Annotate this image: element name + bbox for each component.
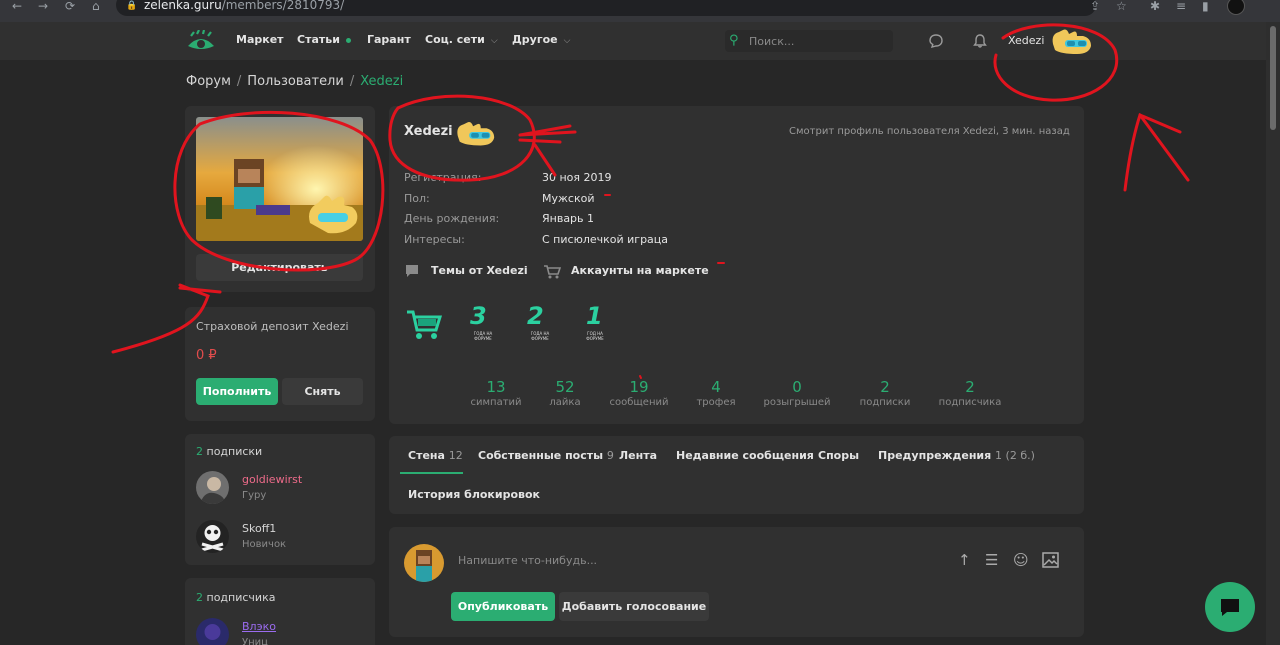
tab-disputes[interactable]: Споры xyxy=(818,449,859,462)
info-value-gender: Мужской xyxy=(542,192,595,205)
cart-icon xyxy=(544,265,561,279)
reading-list-icon[interactable]: ≡ xyxy=(1176,0,1186,13)
deposit-value: 0 ₽ xyxy=(196,348,217,363)
avatar[interactable] xyxy=(196,618,229,645)
nav-social[interactable]: Соц. сети ⌵ xyxy=(425,33,498,46)
chat-button[interactable] xyxy=(1205,582,1255,632)
following-title[interactable]: 2 подписки xyxy=(196,445,262,458)
search-input[interactable] xyxy=(749,33,889,49)
breadcrumb-current[interactable]: Xedezi xyxy=(360,74,403,89)
breadcrumb-users[interactable]: Пользователи xyxy=(247,74,344,89)
follow-username[interactable]: Skoff1 xyxy=(242,522,276,535)
search-icon: ⚲ xyxy=(729,33,739,48)
deposit-title: Страховой депозит Xedezi xyxy=(196,320,349,333)
user-rank: Гуру xyxy=(242,490,267,501)
info-value-interests: С писюлечкой играца xyxy=(542,233,669,246)
header-user-avatar[interactable] xyxy=(1047,26,1095,56)
profile-username: Xedezi xyxy=(404,124,453,139)
post-input[interactable] xyxy=(458,550,938,570)
nav-guarantor[interactable]: Гарант xyxy=(367,33,411,46)
home-icon[interactable]: ⌂ xyxy=(92,0,100,14)
chat-icon xyxy=(1221,599,1239,616)
user-badge-emoji xyxy=(457,121,495,146)
search-box[interactable]: ⚲ xyxy=(725,30,893,52)
avatar[interactable] xyxy=(196,471,229,504)
info-value-registration: 30 ноя 2019 xyxy=(542,171,612,184)
list-icon[interactable]: ☰ xyxy=(985,551,998,569)
info-label-gender: Пол: xyxy=(404,192,430,205)
nav-articles[interactable]: Статьи xyxy=(297,33,351,46)
stat-following[interactable]: 2 подписки xyxy=(840,378,930,408)
info-label-interests: Интересы: xyxy=(404,233,465,246)
breadcrumb-forum[interactable]: Форум xyxy=(186,74,231,89)
nav-market[interactable]: Маркет xyxy=(236,33,284,46)
stat-trophies[interactable]: 4 трофея xyxy=(671,378,761,408)
browser-toolbar: ← → ⟳ ⌂ 🔒 zelenka.guru/members/2810793/ … xyxy=(0,0,1280,22)
market-cart-badge-icon[interactable] xyxy=(404,304,444,344)
nav-other[interactable]: Другое ⌵ xyxy=(512,33,570,46)
follow-username[interactable]: goldiewirst xyxy=(242,473,302,486)
user-rank: Униц xyxy=(242,637,268,645)
info-label-registration: Регистрация: xyxy=(404,171,482,184)
bookmark-star-icon[interactable]: ☆ xyxy=(1116,0,1127,13)
tab-feed[interactable]: Лента xyxy=(619,449,657,462)
one-year-badge-icon[interactable]: 1 ГОД НА ФОРУМЕ xyxy=(576,302,616,344)
profile-avatar-image[interactable] xyxy=(196,117,363,241)
avatar[interactable] xyxy=(196,520,229,553)
header-username[interactable]: Xedezi xyxy=(1008,34,1044,47)
notification-bell-icon[interactable] xyxy=(972,33,988,49)
threads-link[interactable]: Темы от Xedezi xyxy=(431,264,528,277)
publish-button[interactable]: Опубликовать xyxy=(451,592,555,621)
tab-own-posts[interactable]: Собственные посты 9 xyxy=(478,449,614,462)
threads-icon xyxy=(406,265,418,277)
tabs-panel xyxy=(389,436,1084,514)
browser-profile-avatar[interactable] xyxy=(1227,0,1245,15)
breadcrumb: Форум / Пользователи / Xedezi xyxy=(186,74,404,89)
extensions-icon[interactable]: ✱ xyxy=(1150,0,1160,13)
profile-status: Смотрит профиль пользователя Xedezi, 3 м… xyxy=(789,126,1070,137)
chevron-down-icon: ⌵ xyxy=(563,36,571,46)
three-years-badge-icon[interactable]: 3 ГОДА НА ФОРУМЕ xyxy=(462,302,502,344)
edit-profile-button[interactable]: Редактировать xyxy=(196,254,363,281)
back-icon[interactable]: ← xyxy=(12,0,22,14)
topup-button[interactable]: Пополнить xyxy=(196,378,278,405)
new-indicator-dot xyxy=(345,37,351,43)
site-logo-icon[interactable] xyxy=(186,30,216,52)
image-icon[interactable] xyxy=(1042,552,1059,568)
user-rank: Новичок xyxy=(242,539,287,550)
reload-icon[interactable]: ⟳ xyxy=(65,0,75,14)
active-tab-indicator xyxy=(400,472,463,474)
address-url[interactable]: zelenka.guru/members/2810793/ xyxy=(144,0,344,12)
list-item[interactable]: Влэко Униц xyxy=(196,618,366,645)
tab-ban-history[interactable]: История блокировок xyxy=(408,488,540,501)
lock-icon[interactable]: 🔒 xyxy=(126,0,137,14)
followers-title[interactable]: 2 подписчика xyxy=(196,591,275,604)
emoji-icon[interactable]: ☺ xyxy=(1013,551,1029,569)
withdraw-button[interactable]: Снять xyxy=(282,378,363,405)
tab-warnings[interactable]: Предупреждения 1 (2 б.) xyxy=(878,449,1035,462)
info-value-birthday: Январь 1 xyxy=(542,212,595,225)
scrollbar-thumb[interactable] xyxy=(1270,26,1276,130)
stat-followers[interactable]: 2 подписчика xyxy=(925,378,1015,408)
page-scrollbar[interactable] xyxy=(1266,22,1280,645)
follow-username[interactable]: Влэко xyxy=(242,620,276,633)
side-panel-icon[interactable]: ▮ xyxy=(1202,0,1209,13)
info-label-birthday: День рождения: xyxy=(404,212,500,225)
arrow-up-icon[interactable]: ↑ xyxy=(958,551,971,569)
avatar[interactable] xyxy=(404,544,444,582)
list-item[interactable]: Skoff1 Новичок xyxy=(196,520,366,554)
forward-icon[interactable]: → xyxy=(38,0,48,14)
chat-bubble-icon[interactable] xyxy=(928,33,944,49)
tab-wall[interactable]: Стена 12 xyxy=(408,449,463,462)
two-years-badge-icon[interactable]: 2 ГОДА НА ФОРУМЕ xyxy=(519,302,559,344)
chevron-down-icon: ⌵ xyxy=(490,36,498,46)
site-header: Маркет Статьи Гарант Соц. сети ⌵ Другое ⌵ … xyxy=(0,22,1266,60)
market-accounts-link[interactable]: Аккаунты на маркете xyxy=(571,264,709,277)
add-poll-button[interactable]: Добавить голосование xyxy=(559,592,709,621)
stat-giveaways[interactable]: 0 розыгрышей xyxy=(752,378,842,408)
tab-recent-messages[interactable]: Недавние сообщения xyxy=(676,449,814,462)
share-icon[interactable]: ⇪ xyxy=(1090,0,1100,13)
list-item[interactable]: goldiewirst Гуру xyxy=(196,471,366,505)
